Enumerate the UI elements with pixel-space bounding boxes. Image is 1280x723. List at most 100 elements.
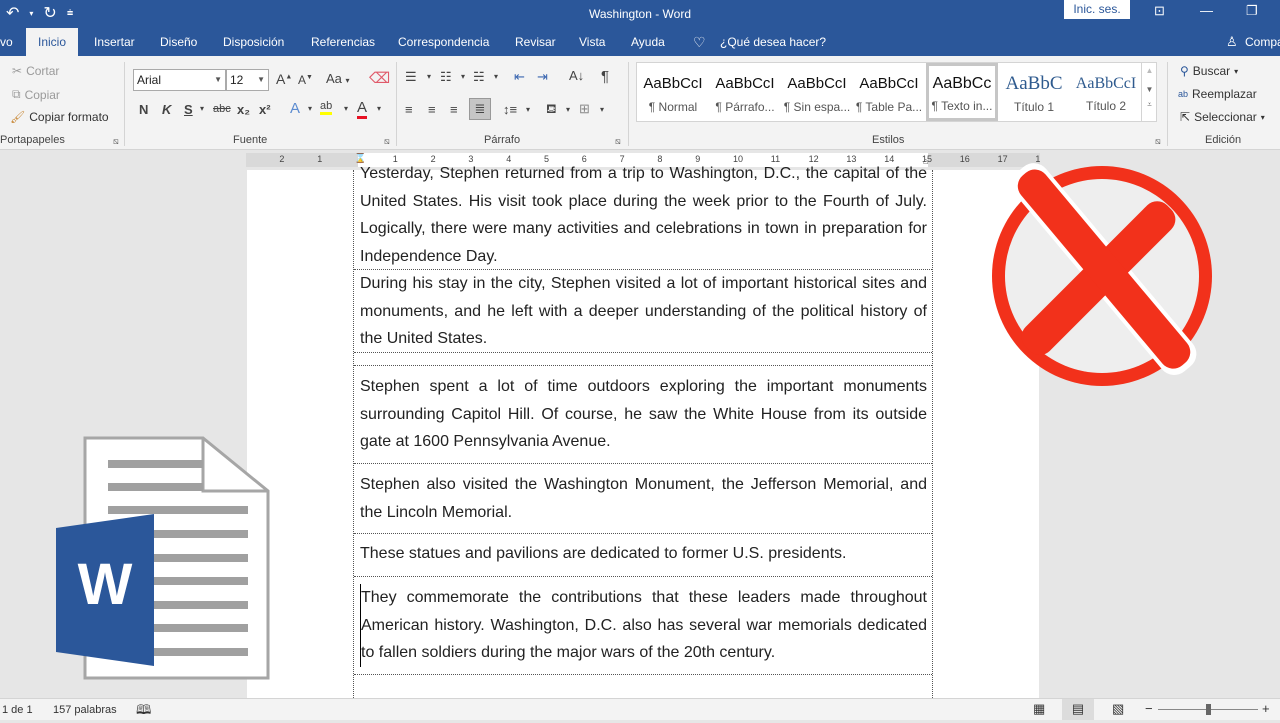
restore-icon[interactable]: ❐ bbox=[1246, 3, 1258, 19]
scroll-up-icon[interactable]: ▲ bbox=[1142, 66, 1157, 75]
paragraph: Stephen also visited the Washington Monu… bbox=[360, 476, 927, 521]
sign-in-button[interactable]: Inic. ses. bbox=[1064, 0, 1130, 19]
decrease-indent-icon[interactable]: ⇤ bbox=[514, 69, 525, 85]
zoom-out-icon[interactable]: − bbox=[1145, 701, 1153, 716]
font-launcher-icon[interactable]: ⧅ bbox=[384, 136, 390, 147]
tab-help[interactable]: Ayuda bbox=[631, 28, 665, 56]
read-mode-icon[interactable]: ▦ bbox=[1033, 701, 1045, 717]
share-person-icon[interactable]: ♙ bbox=[1226, 28, 1238, 56]
red-x-icon bbox=[992, 163, 1212, 386]
table-row[interactable]: Stephen spent a lot of time outdoors exp… bbox=[354, 366, 932, 464]
sort-button[interactable]: A↓ bbox=[569, 68, 584, 83]
format-painter-button[interactable]: 🖌 Copiar formato bbox=[10, 110, 109, 124]
web-layout-icon[interactable]: ▧ bbox=[1112, 701, 1124, 717]
chevron-down-icon: ▾ bbox=[1260, 112, 1265, 122]
tab-view[interactable]: Vista bbox=[579, 28, 605, 56]
find-button[interactable]: ⚲ Buscar ▾ bbox=[1180, 64, 1238, 78]
font-color-icon[interactable]: A bbox=[357, 99, 368, 119]
justify-icon[interactable]: ≣ bbox=[469, 98, 491, 120]
style-body-text[interactable]: AaBbCc ¶ Texto in... bbox=[926, 63, 998, 121]
tab-references[interactable]: Referencias bbox=[311, 28, 375, 56]
tab-home[interactable]: Inicio bbox=[26, 28, 79, 56]
table-row[interactable]: Stephen also visited the Washington Monu… bbox=[354, 464, 932, 534]
zoom-slider-thumb[interactable] bbox=[1206, 704, 1211, 715]
strikethrough-button[interactable]: abc bbox=[213, 103, 231, 115]
page-count[interactable]: 1 de 1 bbox=[2, 704, 33, 716]
cut-button[interactable]: ✂ Cortar bbox=[12, 64, 59, 78]
table-row[interactable]: These statues and pavilions are dedicate… bbox=[354, 534, 932, 577]
tell-me-input[interactable]: ¿Qué desea hacer? bbox=[720, 28, 826, 56]
subscript-button[interactable]: x₂ bbox=[237, 102, 250, 117]
zoom-in-icon[interactable]: + bbox=[1262, 701, 1270, 716]
borders-dropdown-icon[interactable]: ▾ bbox=[600, 105, 604, 114]
highlight-dropdown-icon[interactable]: ▾ bbox=[344, 104, 348, 113]
line-spacing-dropdown-icon[interactable]: ▾ bbox=[526, 105, 530, 114]
share-button[interactable]: Compa bbox=[1245, 28, 1280, 56]
multilevel-dropdown-icon[interactable]: ▾ bbox=[494, 72, 498, 81]
style-table-paragraph[interactable]: AaBbCcI ¶ Table Pa... bbox=[853, 63, 925, 121]
change-case-button[interactable]: Aa ▾ bbox=[326, 71, 350, 86]
styles-scrollbar[interactable]: ▲ ▼ ⩡ bbox=[1141, 62, 1157, 122]
copy-button[interactable]: ⧉ Copiar bbox=[12, 87, 60, 102]
align-left-icon[interactable]: ≡ bbox=[405, 102, 413, 117]
style-normal[interactable]: AaBbCcI ¶ Normal bbox=[637, 63, 709, 121]
bullets-dropdown-icon[interactable]: ▾ bbox=[427, 72, 431, 81]
scissors-icon: ✂ bbox=[12, 64, 23, 78]
select-button[interactable]: ⇱ Seleccionar ▾ bbox=[1180, 110, 1265, 124]
style-heading-2[interactable]: AaBbCcI Título 2 bbox=[1070, 63, 1142, 121]
clipboard-launcher-icon[interactable]: ⧅ bbox=[113, 136, 119, 147]
italic-button[interactable]: K bbox=[162, 102, 171, 117]
shrink-font-button[interactable]: A▼ bbox=[298, 73, 313, 87]
style-no-spacing[interactable]: AaBbCcI ¶ Sin espa... bbox=[781, 63, 853, 121]
superscript-button[interactable]: x² bbox=[259, 102, 271, 117]
numbering-dropdown-icon[interactable]: ▾ bbox=[461, 72, 465, 81]
borders-icon[interactable]: ⊞ bbox=[579, 101, 590, 117]
shading-dropdown-icon[interactable]: ▾ bbox=[566, 105, 570, 114]
table-row[interactable]: They commemorate the contributions that … bbox=[354, 577, 932, 675]
tab-design[interactable]: Diseño bbox=[160, 28, 197, 56]
chevron-down-icon: ▼ bbox=[214, 75, 222, 84]
underline-button[interactable]: S bbox=[184, 102, 193, 117]
highlight-icon[interactable]: ab bbox=[320, 100, 333, 115]
paragraph-launcher-icon[interactable]: ⧅ bbox=[615, 136, 621, 147]
align-right-icon[interactable]: ≡ bbox=[450, 102, 458, 117]
word-count[interactable]: 157 palabras bbox=[53, 704, 117, 716]
tab-insert[interactable]: Insertar bbox=[94, 28, 135, 56]
bold-button[interactable]: N bbox=[139, 102, 148, 117]
minimize-icon[interactable]: — bbox=[1200, 3, 1213, 18]
underline-dropdown-icon[interactable]: ▾ bbox=[200, 104, 204, 113]
styles-launcher-icon[interactable]: ⧅ bbox=[1155, 136, 1161, 147]
font-color-dropdown-icon[interactable]: ▾ bbox=[377, 104, 381, 113]
font-name-combo[interactable]: Arial ▼ bbox=[133, 69, 226, 91]
table-row[interactable]: Yesterday, Stephen returned from a trip … bbox=[354, 160, 932, 270]
paragraph: Yesterday, Stephen returned from a trip … bbox=[360, 165, 927, 265]
multilevel-list-icon[interactable]: ☵ bbox=[473, 69, 485, 85]
style-heading-1[interactable]: AaBbC Título 1 bbox=[998, 63, 1070, 121]
increase-indent-icon[interactable]: ⇥ bbox=[537, 69, 548, 85]
scroll-down-icon[interactable]: ▼ bbox=[1142, 85, 1157, 94]
grow-font-button[interactable]: A▲ bbox=[276, 71, 292, 87]
numbering-icon[interactable]: ☷ bbox=[440, 69, 452, 85]
font-size-combo[interactable]: 12 ▼ bbox=[226, 69, 269, 91]
print-layout-icon[interactable]: ▤ bbox=[1062, 699, 1094, 720]
table-row[interactable]: During his stay in the city, Stephen vis… bbox=[354, 270, 932, 353]
align-center-icon[interactable]: ≡ bbox=[428, 102, 436, 117]
editing-group-label: Edición bbox=[1205, 134, 1242, 146]
show-marks-button[interactable]: ¶ bbox=[601, 68, 609, 85]
line-spacing-icon[interactable]: ↕≡ bbox=[503, 102, 517, 117]
bullets-icon[interactable]: ☰ bbox=[405, 69, 417, 85]
shading-icon[interactable]: ⛾ bbox=[546, 101, 557, 119]
tab-file[interactable]: vo bbox=[0, 28, 13, 56]
tab-layout[interactable]: Disposición bbox=[223, 28, 284, 56]
table-row[interactable] bbox=[354, 353, 932, 366]
text-effects-dropdown-icon[interactable]: ▾ bbox=[308, 104, 312, 113]
tab-review[interactable]: Revisar bbox=[515, 28, 556, 56]
replace-icon: ab bbox=[1178, 89, 1189, 99]
gallery-more-icon[interactable]: ⩡ bbox=[1142, 100, 1157, 110]
tab-mailings[interactable]: Correspondencia bbox=[398, 28, 489, 56]
text-effects-icon[interactable]: A bbox=[290, 100, 300, 117]
style-list-paragraph[interactable]: AaBbCcI ¶ Párrafo... bbox=[709, 63, 781, 121]
replace-button[interactable]: ab Reemplazar bbox=[1178, 87, 1257, 101]
clear-formatting-icon[interactable]: ⌫ bbox=[369, 69, 390, 87]
ribbon-display-options-icon[interactable]: ⊡ bbox=[1154, 3, 1165, 19]
